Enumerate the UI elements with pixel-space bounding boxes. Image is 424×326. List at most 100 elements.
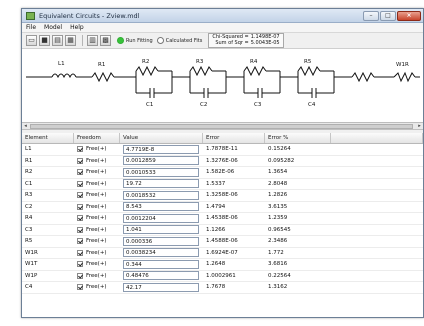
horizontal-scrollbar[interactable]: ◂ ▸ [22, 123, 423, 130]
value-input[interactable]: 19.72 [123, 179, 199, 189]
table-row[interactable]: R4 Free(+) 0.0012204 1.4538E-06 1.2359 [22, 213, 423, 225]
label-r1: R1 [98, 62, 105, 68]
cell-freedom[interactable]: Free(+) [86, 273, 107, 279]
fix-checkbox[interactable] [77, 226, 83, 233]
cell-error-pct: 1.2826 [268, 192, 288, 199]
value-input[interactable]: 0.0012859 [123, 156, 199, 166]
value-input[interactable]: 0.0012204 [123, 213, 199, 223]
table-row[interactable]: W1P Free(+) 0.48476 1.0002961 0.22564 [22, 271, 423, 282]
fix-checkbox[interactable] [77, 146, 83, 153]
cell-element: W1R [25, 249, 38, 256]
cell-error-pct: 1.3654 [268, 169, 288, 176]
cell-freedom[interactable]: Free(+) [86, 169, 107, 175]
label-r3: R3 [196, 59, 204, 65]
cell-error-pct: 1.3162 [268, 284, 288, 291]
maximize-button[interactable]: □ [380, 10, 396, 21]
cell-freedom[interactable]: Free(+) [86, 284, 107, 290]
cell-error: 1.4538E-06 [206, 215, 238, 222]
scroll-right-icon[interactable]: ▸ [416, 123, 423, 130]
table-row[interactable]: R3 Free(+) 0.0018532 1.3258E-06 1.2826 [22, 190, 423, 202]
fix-checkbox[interactable] [77, 249, 83, 256]
value-input[interactable]: 0.0018532 [123, 190, 199, 200]
app-window: Equivalent Circuits - Zview.mdl – □ × Fi… [21, 8, 424, 318]
table-row[interactable]: R1 Free(+) 0.0012859 1.3276E-06 0.095282 [22, 156, 423, 167]
header-value[interactable]: Value [120, 133, 203, 143]
value-input[interactable]: 0.000336 [123, 236, 199, 246]
grid-icon[interactable]: ▩ [100, 35, 111, 46]
save-icon[interactable]: ■ [39, 35, 50, 46]
cell-freedom[interactable]: Free(+) [86, 146, 107, 152]
cell-freedom[interactable]: Free(+) [86, 250, 107, 256]
table-row[interactable]: C2 Free(+) 8.543 1.4794 3.6135 [22, 202, 423, 213]
table-row[interactable]: R2 Free(+) 0.0010533 1.582E-06 1.3654 [22, 167, 423, 179]
copy-icon[interactable]: ▤ [52, 35, 63, 46]
value-input[interactable]: 0.48476 [123, 271, 199, 281]
calculator-icon[interactable]: ▥ [87, 35, 98, 46]
toolbar: ▭ ■ ▤ ▦ ▥ ▩ Run Fitting Calculated Fits … [22, 33, 423, 49]
cell-freedom[interactable]: Free(+) [86, 204, 107, 210]
fix-checkbox[interactable] [77, 180, 83, 187]
value-input[interactable]: 8.543 [123, 202, 199, 212]
cell-error: 1.7678 [206, 284, 226, 291]
fix-checkbox[interactable] [77, 169, 83, 176]
cell-freedom[interactable]: Free(+) [86, 192, 107, 198]
menu-bar: File Model Help [22, 23, 423, 33]
fix-checkbox[interactable] [77, 192, 83, 199]
table-row[interactable]: L1 Free(+) 4.7719E-8 1.7878E-11 0.15264 [22, 144, 423, 156]
cell-freedom[interactable]: Free(+) [86, 158, 107, 164]
title-bar[interactable]: Equivalent Circuits - Zview.mdl – □ × [22, 9, 423, 23]
header-freedom[interactable]: Freedom [74, 133, 120, 143]
cell-freedom[interactable]: Free(+) [86, 215, 107, 221]
cell-element: R2 [25, 169, 33, 176]
scroll-thumb[interactable] [30, 124, 413, 129]
table-row[interactable]: W1T Free(+) 0.344 1.2648 3.6816 [22, 259, 423, 271]
circuit-diagram[interactable]: L1 R1 R2 R3 R4 R5 W1R C1 C2 C3 C4 [22, 49, 423, 123]
table-row[interactable]: C3 Free(+) 1.041 1.1266 0.96545 [22, 225, 423, 236]
label-r5: R5 [304, 59, 312, 65]
value-input[interactable]: 42.17 [123, 282, 199, 292]
fix-checkbox[interactable] [77, 215, 83, 222]
value-input[interactable]: 0.0038234 [123, 248, 199, 258]
cell-freedom[interactable]: Free(+) [86, 238, 107, 244]
value-input[interactable]: 0.0010533 [123, 167, 199, 177]
cell-error: 1.582E-06 [206, 169, 235, 176]
menu-model[interactable]: Model [44, 24, 62, 31]
label-r2: R2 [142, 59, 149, 65]
header-error[interactable]: Error [203, 133, 265, 143]
fix-checkbox[interactable] [77, 157, 83, 164]
table-header: Element Freedom Value Error Error % [22, 133, 423, 144]
close-button[interactable]: × [397, 10, 421, 21]
label-w1r: W1R [396, 62, 409, 68]
fix-checkbox[interactable] [77, 272, 83, 279]
header-element[interactable]: Element [22, 133, 74, 143]
print-icon[interactable]: ▦ [65, 35, 76, 46]
label-c2: C2 [200, 102, 207, 108]
header-error-pct[interactable]: Error % [265, 133, 331, 143]
minimize-button[interactable]: – [363, 10, 379, 21]
table-row[interactable]: W1R Free(+) 0.0038234 1.6924E-07 1.772 [22, 248, 423, 259]
run-fitting-radio[interactable] [117, 37, 124, 44]
menu-file[interactable]: File [26, 24, 36, 31]
fix-checkbox[interactable] [77, 203, 83, 210]
label-c3: C3 [254, 102, 262, 108]
open-folder-icon[interactable]: ▭ [26, 35, 37, 46]
cell-element: R1 [25, 157, 33, 164]
table-row[interactable]: R5 Free(+) 0.000336 1.4588E-06 2.3486 [22, 236, 423, 248]
value-input[interactable]: 0.344 [123, 259, 199, 269]
calculated-fits-radio[interactable] [156, 37, 164, 44]
fit-statistics-box: Chi-Squared = Sum of Sqr = 1.1498E-07 5.… [208, 33, 284, 48]
cell-freedom[interactable]: Free(+) [86, 181, 107, 187]
cell-freedom[interactable]: Free(+) [86, 261, 107, 267]
value-input[interactable]: 4.7719E-8 [123, 144, 199, 154]
sum-of-squares-label: Sum of Sqr = [215, 39, 249, 46]
fix-checkbox[interactable] [77, 284, 83, 291]
cell-error: 1.2648 [206, 261, 226, 268]
menu-help[interactable]: Help [70, 24, 84, 31]
fix-checkbox[interactable] [77, 261, 83, 268]
scroll-left-icon[interactable]: ◂ [22, 123, 29, 130]
fix-checkbox[interactable] [77, 238, 83, 245]
value-input[interactable]: 1.041 [123, 225, 199, 235]
table-row[interactable]: C1 Free(+) 19.72 1.5337 2.8048 [22, 179, 423, 190]
cell-freedom[interactable]: Free(+) [86, 227, 107, 233]
table-row[interactable]: C4 Free(+) 42.17 1.7678 1.3162 [22, 282, 423, 294]
